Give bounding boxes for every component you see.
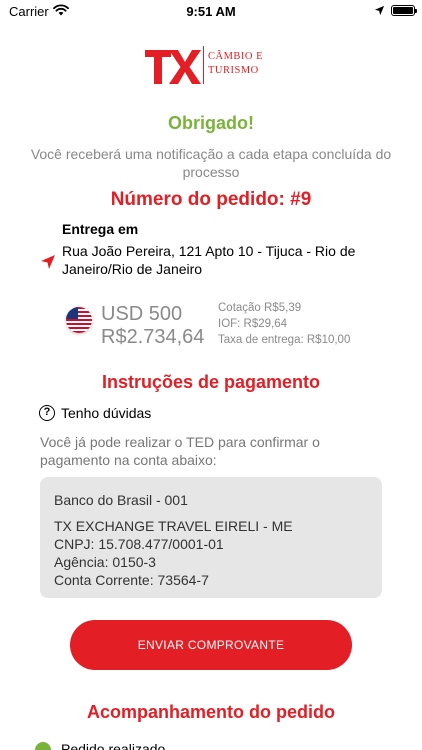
check-circle-icon <box>35 742 51 750</box>
logo-text-line1: CÂMBIO E <box>208 51 264 62</box>
agency: Agência: 0150-3 <box>54 554 156 570</box>
account-number: Conta Corrente: 73564-7 <box>54 572 209 588</box>
help-label: Tenho dúvidas <box>61 405 152 421</box>
cnpj: CNPJ: 15.708.477/0001-01 <box>54 536 224 552</box>
bank-name: Banco do Brasil - 001 <box>54 492 188 508</box>
delivery-label: Entrega em <box>62 221 139 237</box>
logo-divider <box>203 46 204 84</box>
location-arrow-icon <box>41 255 55 269</box>
order-number: Número do pedido: #9 <box>110 189 312 210</box>
tx-logo-mark <box>145 50 201 84</box>
account-holder: TX EXCHANGE TRAVEL EIRELI - ME <box>54 518 293 534</box>
question-circle-icon: ? <box>39 405 55 421</box>
brl-amount: R$2.734,64 <box>101 326 205 348</box>
help-link[interactable]: ? Tenho dúvidas <box>39 404 151 422</box>
delivery-address: Rua João Pereira, 121 Apto 10 - Tijuca -… <box>62 243 356 277</box>
status-time: 9:51 AM <box>186 4 236 19</box>
us-flag-icon <box>66 307 92 333</box>
thank-you-title: Obrigado! <box>168 113 254 133</box>
delivery-fee: Taxa de entrega: R$10,00 <box>218 334 351 346</box>
iof-fee: IOF: R$29,64 <box>218 318 288 330</box>
rate-details: Cotação R$5,39 IOF: R$29,64 Taxa de entr… <box>218 300 350 348</box>
foreign-amount: USD 500 <box>101 303 183 325</box>
logo-text-line2: TURISMO <box>208 65 259 76</box>
tracking-step-label: Pedido realizado <box>61 741 166 750</box>
company-logo: CÂMBIO E TURISMO <box>145 44 275 88</box>
status-bar: Carrier 9:51 AM <box>0 0 422 24</box>
send-receipt-button[interactable]: ENVIAR COMPROVANTE <box>70 620 352 670</box>
bank-details-box: Banco do Brasil - 001 TX EXCHANGE TRAVEL… <box>40 477 382 598</box>
location-arrow-icon <box>374 5 385 16</box>
battery-full-icon <box>391 5 417 16</box>
payment-instructions-title: Instruções de pagamento <box>101 372 321 392</box>
order-tracking-title: Acompanhamento do pedido <box>86 702 335 722</box>
notification-notice: Você receberá uma notificação a cada eta… <box>30 146 392 180</box>
ted-instructions: Você já pode realizar o TED para confirm… <box>40 434 320 468</box>
exchange-rate: Cotação R$5,39 <box>218 302 302 314</box>
